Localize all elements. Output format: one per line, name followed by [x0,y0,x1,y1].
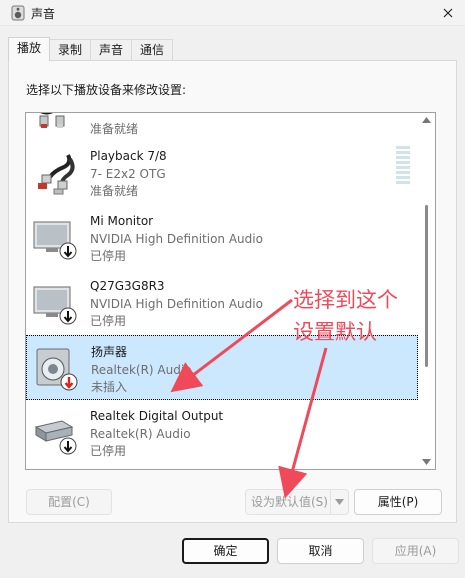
annotation-line-2: 设置默认 [293,320,377,344]
device-detail: NVIDIA High Definition Audio [90,296,263,311]
monitor-icon [33,221,77,260]
instruction-label: 选择以下播放设备来修改设置: [26,83,187,97]
list-item[interactable]: Mi Monitor NVIDIA High Definition Audio … [26,205,418,270]
tab-bar: 播放 录制 声音 通信 [8,37,174,61]
set-default-dropdown[interactable] [330,490,348,514]
device-name: Playback 7/8 [90,149,167,163]
monitor-icon [33,286,77,325]
tab-recording[interactable]: 录制 [49,39,92,61]
list-item[interactable]: Realtek Digital Output Realtek(R) Audio … [26,400,418,465]
ok-button[interactable]: 确定 [182,538,269,564]
cancel-button[interactable]: 取消 [277,538,364,564]
close-icon [443,8,453,18]
list-item[interactable]: Playback 7/8 7- E2x2 OTG 准备就绪 [26,140,418,205]
tab-communications[interactable]: 通信 [131,39,174,61]
annotation-line-1: 选择到这个 [293,288,398,312]
device-status: 未插入 [91,380,128,394]
title-bar: 声音 [0,0,465,26]
device-detail: Realtek(R) Audio [90,426,191,441]
set-default-button[interactable]: 设为默认值(S) [245,489,349,515]
list-item[interactable]: 准备就绪 [26,113,418,142]
level-meter-icon [396,146,410,184]
device-status: 已停用 [90,444,127,458]
device-detail: NVIDIA High Definition Audio [90,231,263,246]
set-default-label: 设为默认值(S) [251,495,328,509]
chevron-down-icon [335,499,344,505]
configure-button[interactable]: 配置(C) [26,489,112,515]
speaker-box-icon [36,348,78,391]
properties-button[interactable]: 属性(P) [354,489,442,515]
device-name: 扬声器 [91,345,128,359]
device-name: Q27G3G8R3 [90,279,165,293]
scroll-down-icon[interactable] [422,459,431,465]
tab-sounds[interactable]: 声音 [90,39,133,61]
device-status: 准备就绪 [90,122,139,136]
rca-cable-icon [39,113,65,128]
device-status: 已停用 [90,314,127,328]
apply-button[interactable]: 应用(A) [372,538,459,564]
device-status: 已停用 [90,249,127,263]
scroll-up-icon[interactable] [422,117,431,123]
speaker-icon [11,5,25,21]
close-button[interactable] [431,0,465,26]
device-name: Realtek Digital Output [90,409,224,423]
window-title: 声音 [31,7,56,21]
scroll-thumb[interactable] [425,205,428,367]
device-detail: Realtek(R) Audio [91,362,192,377]
rca-cable-icon [38,154,75,195]
annotation-text: 选择到这个 设置默认 [293,284,398,348]
device-detail: 7- E2x2 OTG [90,166,166,181]
scrollbar[interactable] [418,113,435,469]
device-status: 准备就绪 [90,184,139,198]
digital-output-icon [34,420,77,455]
device-name: Mi Monitor [90,214,154,228]
tab-playback[interactable]: 播放 [8,37,51,61]
